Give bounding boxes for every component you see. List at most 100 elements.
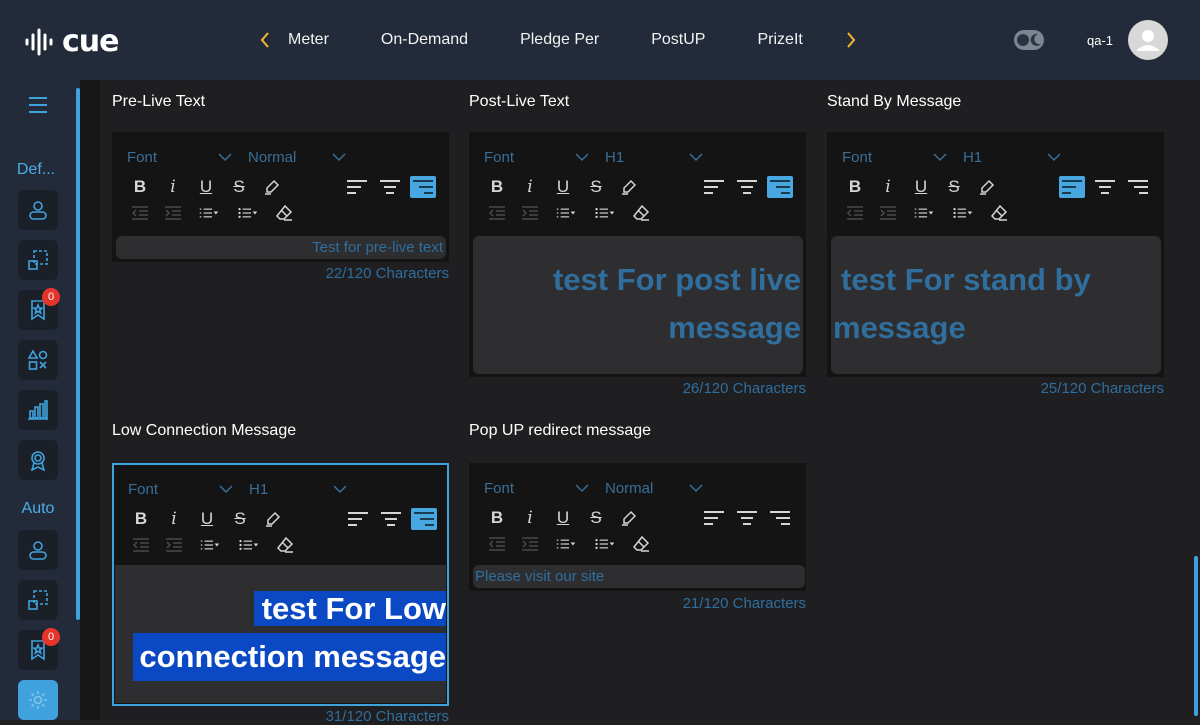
clear-format-button[interactable] <box>628 534 654 554</box>
low-connection-editor[interactable]: Font H1 B i U S test For Low connection … <box>112 463 449 706</box>
size-select[interactable]: Normal <box>605 480 703 497</box>
align-right-button[interactable] <box>767 176 793 198</box>
size-select[interactable]: Normal <box>248 149 346 166</box>
indent-button[interactable] <box>517 203 543 223</box>
content-scrollbar[interactable] <box>1194 556 1198 716</box>
size-select[interactable]: H1 <box>605 149 703 166</box>
nav-item-prizeit[interactable]: PrizeIt <box>757 31 802 49</box>
clear-format-button[interactable] <box>272 535 298 555</box>
bold-button[interactable]: B <box>484 508 510 528</box>
post-live-editor[interactable]: Font H1 B i U S test For post live messa… <box>469 132 806 377</box>
highlight-button[interactable] <box>616 508 642 528</box>
bold-button[interactable]: B <box>484 177 510 197</box>
font-select[interactable]: Font <box>484 149 605 166</box>
underline-button[interactable]: U <box>550 177 576 197</box>
indent-button[interactable] <box>161 535 187 555</box>
clear-format-button[interactable] <box>986 203 1012 223</box>
italic-button[interactable]: i <box>875 177 901 197</box>
sidebar-award-button[interactable] <box>18 440 58 480</box>
italic-button[interactable]: i <box>517 177 543 197</box>
align-center-button[interactable] <box>377 176 403 198</box>
align-right-button[interactable] <box>410 176 436 198</box>
clear-format-button[interactable] <box>628 203 654 223</box>
indent-button[interactable] <box>875 203 901 223</box>
align-center-button[interactable] <box>734 176 760 198</box>
align-left-button[interactable] <box>345 508 371 530</box>
pre-live-text-area[interactable]: Test for pre-live text <box>116 236 446 259</box>
nav-item-on-demand[interactable]: On-Demand <box>381 31 468 49</box>
sidebar-group-default[interactable]: Def... <box>0 161 76 179</box>
align-right-button[interactable] <box>767 507 793 529</box>
bold-button[interactable]: B <box>842 177 868 197</box>
indent-button[interactable] <box>160 203 186 223</box>
outdent-button[interactable] <box>842 203 868 223</box>
align-center-button[interactable] <box>378 508 404 530</box>
strikethrough-button[interactable]: S <box>226 177 252 197</box>
font-select[interactable]: Font <box>842 149 963 166</box>
outdent-button[interactable] <box>127 203 153 223</box>
outdent-button[interactable] <box>128 535 154 555</box>
strikethrough-button[interactable]: S <box>941 177 967 197</box>
avatar[interactable] <box>1128 20 1168 60</box>
clear-format-button[interactable] <box>271 203 297 223</box>
sidebar-user-button[interactable] <box>18 190 58 230</box>
align-left-button[interactable] <box>1059 176 1085 198</box>
ordered-list-button[interactable] <box>193 203 225 223</box>
pre-live-editor[interactable]: Font Normal B i U S Test for pre-live te… <box>112 132 449 262</box>
menu-icon[interactable] <box>28 96 48 114</box>
italic-button[interactable]: i <box>161 509 187 529</box>
nav-next-button[interactable] <box>841 30 861 50</box>
align-left-button[interactable] <box>344 176 370 198</box>
outdent-button[interactable] <box>484 534 510 554</box>
underline-button[interactable]: U <box>908 177 934 197</box>
highlight-button[interactable] <box>974 177 1000 197</box>
italic-button[interactable]: i <box>160 177 186 197</box>
align-right-button[interactable] <box>411 508 437 530</box>
sidebar-layout-button[interactable] <box>18 240 58 280</box>
popup-redirect-text-area[interactable]: Please visit our site <box>473 565 805 588</box>
nav-item-postup[interactable]: PostUP <box>651 31 705 49</box>
strikethrough-button[interactable]: S <box>227 509 253 529</box>
sidebar-bookmark-button[interactable]: 0 <box>18 288 60 330</box>
sidebar-shapes-button[interactable] <box>18 340 58 380</box>
sidebar-bookmark-button-2[interactable]: 0 <box>18 628 60 670</box>
underline-button[interactable]: U <box>194 509 220 529</box>
strikethrough-button[interactable]: S <box>583 177 609 197</box>
italic-button[interactable]: i <box>517 508 543 528</box>
bold-button[interactable]: B <box>128 509 154 529</box>
size-select[interactable]: H1 <box>249 481 347 498</box>
ordered-list-button[interactable] <box>550 534 582 554</box>
bullet-list-button[interactable] <box>233 535 265 555</box>
indent-button[interactable] <box>517 534 543 554</box>
nav-item-meter[interactable]: Meter <box>288 31 329 49</box>
ordered-list-button[interactable] <box>908 203 940 223</box>
font-select[interactable]: Font <box>484 480 605 497</box>
nav-prev-button[interactable] <box>255 30 275 50</box>
align-left-button[interactable] <box>701 507 727 529</box>
underline-button[interactable]: U <box>193 177 219 197</box>
post-live-text-area[interactable]: test For post live message <box>473 236 803 374</box>
outdent-button[interactable] <box>484 203 510 223</box>
align-center-button[interactable] <box>734 507 760 529</box>
low-connection-text-area[interactable]: test For Low connection message <box>115 565 446 703</box>
ordered-list-button[interactable] <box>550 203 582 223</box>
bullet-list-button[interactable] <box>589 534 621 554</box>
bullet-list-button[interactable] <box>947 203 979 223</box>
theme-toggle[interactable] <box>1014 30 1044 50</box>
bullet-list-button[interactable] <box>589 203 621 223</box>
highlight-button[interactable] <box>616 177 642 197</box>
highlight-button[interactable] <box>260 509 286 529</box>
stand-by-text-area[interactable]: test For stand by message <box>831 236 1161 374</box>
sidebar-settings-button[interactable] <box>18 680 58 720</box>
sidebar-layout-button-2[interactable] <box>18 580 58 620</box>
sidebar-chart-button[interactable] <box>18 390 58 430</box>
font-select[interactable]: Font <box>127 149 248 166</box>
cue-logo[interactable]: cue <box>24 24 119 59</box>
stand-by-editor[interactable]: Font H1 B i U S test For stand by messag… <box>827 132 1164 377</box>
align-right-button[interactable] <box>1125 176 1151 198</box>
underline-button[interactable]: U <box>550 508 576 528</box>
align-center-button[interactable] <box>1092 176 1118 198</box>
align-left-button[interactable] <box>701 176 727 198</box>
bullet-list-button[interactable] <box>232 203 264 223</box>
strikethrough-button[interactable]: S <box>583 508 609 528</box>
